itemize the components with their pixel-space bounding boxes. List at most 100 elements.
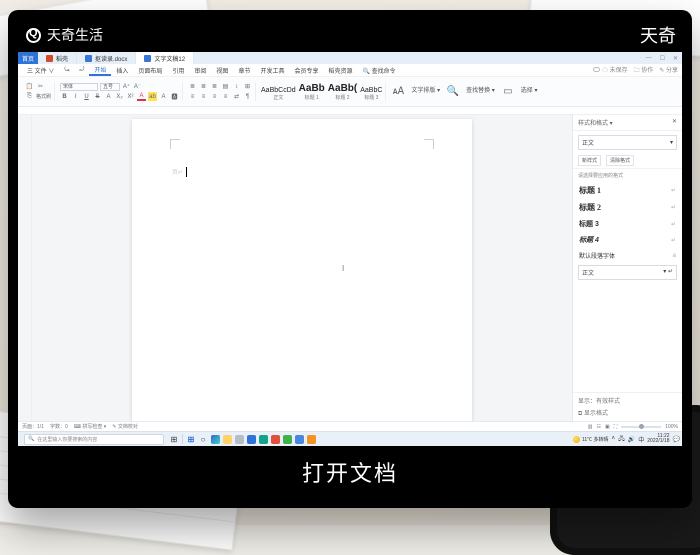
text-tools-icon[interactable]: 🗚 [391,85,405,99]
doc-tab[interactable]: 抠读录.docx [77,52,136,64]
border-icon[interactable]: ⊞ [243,82,252,91]
view-page-icon[interactable]: ▥ [588,424,593,430]
app-icon[interactable] [235,435,244,444]
view-full-icon[interactable]: ⛶ [614,424,618,430]
style-item-h2[interactable]: 标题 2↵ [573,199,682,216]
file-menu[interactable]: 三 文件 ∨ [22,66,59,75]
doc-tab-active[interactable]: 文字文稿12 [136,52,194,64]
view-outline-icon[interactable]: ☷ [596,424,600,430]
share-button[interactable]: ✎ 分享 [659,65,678,76]
show-formatting-button[interactable]: ⧉ 显示格式 [578,408,677,418]
align-right-icon[interactable]: ≡ [210,92,219,101]
copy-icon[interactable]: ⎘ [25,92,34,101]
vertical-ruler[interactable] [18,115,32,421]
start-button[interactable]: ⊞ [185,434,197,445]
page[interactable]: 页↵ I [132,119,472,421]
tab-references[interactable]: 引用 [167,66,189,75]
proofing-button[interactable]: ✎ 文档校对 [112,423,138,430]
tab-docer[interactable]: 稻壳资源 [323,66,357,75]
show-marks-icon[interactable]: ¶ [243,92,252,101]
font-family-select[interactable]: 宋体 [60,83,98,91]
find-replace-button[interactable]: 查找替换 ▾ [466,85,495,99]
tab-home[interactable]: 开始 [89,65,111,76]
multilevel-list-icon[interactable]: ≣ [210,82,219,91]
notifications-icon[interactable]: 💬 [673,436,680,443]
grow-font-icon[interactable]: A⁺ [122,82,131,91]
underline-button[interactable]: U [82,92,91,101]
taskbar-search[interactable]: 🔍在这里输入你要搜索的内容 [24,434,164,445]
tab-layout[interactable]: 页面布局 [133,66,167,75]
app-icon[interactable] [259,435,268,444]
doc-tab[interactable]: 稻壳 [38,52,77,64]
clock[interactable]: 11:222022/1/18 [647,434,669,444]
tab-view[interactable]: 视图 [211,66,233,75]
tab-insert[interactable]: 插入 [111,66,133,75]
paste-icon[interactable]: 📋 [25,82,34,91]
number-list-icon[interactable]: ≣ [199,82,208,91]
char-border-button[interactable]: A [159,92,168,101]
align-center-icon[interactable]: ≡ [199,92,208,101]
app-icon[interactable] [307,435,316,444]
network-icon[interactable]: 🖧 [618,434,625,444]
app-icon[interactable] [283,435,292,444]
horizontal-ruler[interactable] [18,107,682,115]
cut-icon[interactable]: ✂ [36,82,45,91]
minimize-button[interactable]: — [646,55,652,61]
font-effect-button[interactable]: A [104,92,113,101]
redo-button[interactable]: ⤾ [74,67,89,74]
word-count[interactable]: 字数：0 [50,423,68,430]
styles-pane-title[interactable]: 样式和格式 ▾ [578,118,613,127]
text-direction-icon[interactable]: ⇄ [232,92,241,101]
select-icon[interactable]: ▭ [501,85,515,99]
bullet-list-icon[interactable]: ≣ [188,82,197,91]
new-style-button[interactable]: 新样式 [578,155,601,166]
zoom-slider[interactable] [621,426,661,428]
style-item-h1[interactable]: 标题 1↵ [573,182,682,199]
tab-section[interactable]: 章节 [233,66,255,75]
select-button[interactable]: 选择 ▾ [521,85,538,99]
align-justify-icon[interactable]: ≡ [221,92,230,101]
tray-chevron-icon[interactable]: ˄ [612,436,616,442]
command-search[interactable]: 🔍 查找命令 [358,66,401,75]
zoom-level[interactable]: 100% [665,424,678,430]
app-icon[interactable] [247,435,256,444]
cortana-icon[interactable]: ○ [197,434,209,445]
highlight-button[interactable]: ab [148,92,157,101]
clear-format-button[interactable]: 清除格式 [606,155,634,166]
spellcheck-button[interactable]: ⌨ 拼写检查 ▾ [74,423,107,430]
current-style-select[interactable]: 正文▾ [578,135,677,150]
text-color-button[interactable]: A [137,92,146,101]
style-item-default[interactable]: 默认段落字体a [573,248,682,263]
style-item-h3[interactable]: 标题 3↵ [573,216,682,232]
explorer-icon[interactable] [223,435,232,444]
task-view-icon[interactable]: ⊞ [168,434,180,445]
align-left-icon[interactable]: ≡ [188,92,197,101]
format-painter-icon[interactable]: 格式刷 [36,92,51,101]
undo-button[interactable]: ⤿ [59,67,74,74]
text-tools-button[interactable]: 文字排版 ▾ [411,85,440,99]
style-h3[interactable]: AaBbC标题 3 [360,87,382,101]
tab-review[interactable]: 审阅 [189,66,211,75]
strike-button[interactable]: S [93,92,102,101]
close-button[interactable]: ✕ [673,55,678,62]
find-replace-icon[interactable]: 🔍 [446,85,460,99]
show-filter-label[interactable]: 显示：有效样式 [578,396,677,405]
document-viewport[interactable]: 页↵ I [32,115,572,421]
style-h2[interactable]: AaBb(标题 2 [328,83,357,101]
tab-vip[interactable]: 会员专享 [289,66,323,75]
maximize-button[interactable]: ☐ [660,55,665,62]
wps-taskbar-icon[interactable] [295,435,304,444]
close-pane-button[interactable]: ✕ [672,118,677,127]
start-tab[interactable]: 首页 [18,52,38,64]
style-normal[interactable]: AaBbCcDd正文 [261,87,296,101]
subscript-button[interactable]: X₂ [115,92,124,101]
line-spacing-icon[interactable]: ↕ [232,82,241,91]
indent-dec-icon[interactable]: ▤ [221,82,230,91]
shrink-font-icon[interactable]: A⁻ [133,82,142,91]
style-item-h4[interactable]: 标题 4↵ [573,232,682,248]
bold-button[interactable]: B [60,92,69,101]
char-shading-button[interactable]: 🅰 [170,92,179,101]
collab-button[interactable]: 🗀 协作 [634,65,654,76]
app-icon[interactable] [271,435,280,444]
weather-widget[interactable]: 11℃ 多转晴 [573,436,609,443]
